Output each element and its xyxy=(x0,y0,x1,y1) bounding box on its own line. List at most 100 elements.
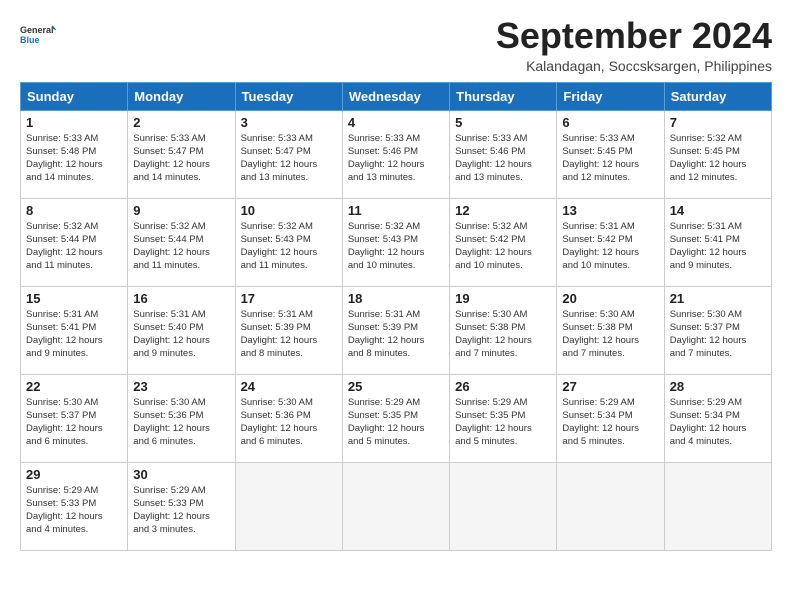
day-info: Sunrise: 5:33 AM Sunset: 5:47 PM Dayligh… xyxy=(133,132,229,185)
day-cell: 23 Sunrise: 5:30 AM Sunset: 5:36 PM Dayli… xyxy=(128,374,235,462)
day-cell: 24Sunrise: 5:30 AM Sunset: 5:36 PM Dayli… xyxy=(235,374,342,462)
day-info: Sunrise: 5:31 AM Sunset: 5:39 PM Dayligh… xyxy=(241,308,337,361)
day-number: 15 xyxy=(26,291,122,306)
day-number: 3 xyxy=(241,115,337,130)
day-cell: 15Sunrise: 5:31 AM Sunset: 5:41 PM Dayli… xyxy=(21,286,128,374)
day-cell: 10Sunrise: 5:32 AM Sunset: 5:43 PM Dayli… xyxy=(235,198,342,286)
day-info: Sunrise: 5:29 AM Sunset: 5:34 PM Dayligh… xyxy=(670,396,766,449)
day-cell: 5 Sunrise: 5:33 AM Sunset: 5:46 PM Daylig… xyxy=(450,110,557,198)
day-cell: 22 Sunrise: 5:30 AM Sunset: 5:37 PM Dayli… xyxy=(21,374,128,462)
day-number: 22 xyxy=(26,379,122,394)
day-number: 25 xyxy=(348,379,444,394)
svg-text:General: General xyxy=(20,25,54,35)
svg-text:Blue: Blue xyxy=(20,35,40,45)
day-number: 7 xyxy=(670,115,766,130)
day-info: Sunrise: 5:30 AM Sunset: 5:36 PM Dayligh… xyxy=(133,396,229,449)
day-cell: 21 Sunrise: 5:30 AM Sunset: 5:37 PM Dayli… xyxy=(664,286,771,374)
day-cell: 29 Sunrise: 5:29 AM Sunset: 5:33 PM Dayli… xyxy=(21,462,128,550)
day-cell: 4 Sunrise: 5:33 AM Sunset: 5:46 PM Daylig… xyxy=(342,110,449,198)
col-monday: Monday xyxy=(128,82,235,110)
day-info: Sunrise: 5:32 AM Sunset: 5:45 PM Dayligh… xyxy=(670,132,766,185)
day-number: 21 xyxy=(670,291,766,306)
day-number: 19 xyxy=(455,291,551,306)
day-cell: 6Sunrise: 5:33 AM Sunset: 5:45 PM Daylig… xyxy=(557,110,664,198)
week-row-2: 8Sunrise: 5:32 AM Sunset: 5:44 PM Daylig… xyxy=(21,198,772,286)
day-number: 6 xyxy=(562,115,658,130)
day-number: 13 xyxy=(562,203,658,218)
day-cell: 18 Sunrise: 5:31 AM Sunset: 5:39 PM Dayli… xyxy=(342,286,449,374)
day-cell: 16 Sunrise: 5:31 AM Sunset: 5:40 PM Dayli… xyxy=(128,286,235,374)
day-info: Sunrise: 5:33 AM Sunset: 5:46 PM Dayligh… xyxy=(455,132,551,185)
day-number: 14 xyxy=(670,203,766,218)
week-row-1: 1Sunrise: 5:33 AM Sunset: 5:48 PM Daylig… xyxy=(21,110,772,198)
day-number: 29 xyxy=(26,467,122,482)
day-cell: 8Sunrise: 5:32 AM Sunset: 5:44 PM Daylig… xyxy=(21,198,128,286)
col-friday: Friday xyxy=(557,82,664,110)
day-info: Sunrise: 5:33 AM Sunset: 5:46 PM Dayligh… xyxy=(348,132,444,185)
day-info: Sunrise: 5:30 AM Sunset: 5:37 PM Dayligh… xyxy=(26,396,122,449)
day-number: 26 xyxy=(455,379,551,394)
day-info: Sunrise: 5:29 AM Sunset: 5:35 PM Dayligh… xyxy=(455,396,551,449)
day-cell: 12 Sunrise: 5:32 AM Sunset: 5:42 PM Dayli… xyxy=(450,198,557,286)
day-cell xyxy=(450,462,557,550)
day-number: 27 xyxy=(562,379,658,394)
day-number: 2 xyxy=(133,115,229,130)
day-cell xyxy=(342,462,449,550)
col-tuesday: Tuesday xyxy=(235,82,342,110)
day-cell: 13 Sunrise: 5:31 AM Sunset: 5:42 PM Dayli… xyxy=(557,198,664,286)
col-sunday: Sunday xyxy=(21,82,128,110)
day-info: Sunrise: 5:31 AM Sunset: 5:41 PM Dayligh… xyxy=(670,220,766,273)
day-info: Sunrise: 5:29 AM Sunset: 5:33 PM Dayligh… xyxy=(133,484,229,537)
day-number: 11 xyxy=(348,203,444,218)
calendar: Sunday Monday Tuesday Wednesday Thursday… xyxy=(20,82,772,551)
month-title: September 2024 xyxy=(496,16,772,56)
day-number: 24 xyxy=(241,379,337,394)
day-info: Sunrise: 5:29 AM Sunset: 5:33 PM Dayligh… xyxy=(26,484,122,537)
day-cell: 28Sunrise: 5:29 AM Sunset: 5:34 PM Dayli… xyxy=(664,374,771,462)
day-cell: 11 Sunrise: 5:32 AM Sunset: 5:43 PM Dayli… xyxy=(342,198,449,286)
day-info: Sunrise: 5:32 AM Sunset: 5:42 PM Dayligh… xyxy=(455,220,551,273)
day-number: 4 xyxy=(348,115,444,130)
day-cell: 17 Sunrise: 5:31 AM Sunset: 5:39 PM Dayli… xyxy=(235,286,342,374)
day-info: Sunrise: 5:30 AM Sunset: 5:38 PM Dayligh… xyxy=(562,308,658,361)
day-number: 20 xyxy=(562,291,658,306)
day-cell: 7 Sunrise: 5:32 AM Sunset: 5:45 PM Daylig… xyxy=(664,110,771,198)
day-cell: 26 Sunrise: 5:29 AM Sunset: 5:35 PM Dayli… xyxy=(450,374,557,462)
day-info: Sunrise: 5:31 AM Sunset: 5:42 PM Dayligh… xyxy=(562,220,658,273)
day-number: 17 xyxy=(241,291,337,306)
week-row-4: 22 Sunrise: 5:30 AM Sunset: 5:37 PM Dayli… xyxy=(21,374,772,462)
day-number: 16 xyxy=(133,291,229,306)
day-info: Sunrise: 5:31 AM Sunset: 5:40 PM Dayligh… xyxy=(133,308,229,361)
col-saturday: Saturday xyxy=(664,82,771,110)
day-cell xyxy=(664,462,771,550)
day-info: Sunrise: 5:30 AM Sunset: 5:37 PM Dayligh… xyxy=(670,308,766,361)
day-number: 18 xyxy=(348,291,444,306)
day-number: 10 xyxy=(241,203,337,218)
day-info: Sunrise: 5:33 AM Sunset: 5:47 PM Dayligh… xyxy=(241,132,337,185)
day-number: 23 xyxy=(133,379,229,394)
day-cell: 2 Sunrise: 5:33 AM Sunset: 5:47 PM Daylig… xyxy=(128,110,235,198)
day-number: 9 xyxy=(133,203,229,218)
day-cell-1: 1Sunrise: 5:33 AM Sunset: 5:48 PM Daylig… xyxy=(21,110,128,198)
day-info: Sunrise: 5:30 AM Sunset: 5:38 PM Dayligh… xyxy=(455,308,551,361)
calendar-header-row: Sunday Monday Tuesday Wednesday Thursday… xyxy=(21,82,772,110)
day-number: 30 xyxy=(133,467,229,482)
header: General Blue September 2024 Kalandagan, … xyxy=(20,16,772,74)
day-info: Sunrise: 5:32 AM Sunset: 5:43 PM Dayligh… xyxy=(348,220,444,273)
week-row-5: 29 Sunrise: 5:29 AM Sunset: 5:33 PM Dayli… xyxy=(21,462,772,550)
day-cell: 3 Sunrise: 5:33 AM Sunset: 5:47 PM Daylig… xyxy=(235,110,342,198)
day-info: Sunrise: 5:31 AM Sunset: 5:39 PM Dayligh… xyxy=(348,308,444,361)
day-cell: 14 Sunrise: 5:31 AM Sunset: 5:41 PM Dayli… xyxy=(664,198,771,286)
day-info: Sunrise: 5:29 AM Sunset: 5:34 PM Dayligh… xyxy=(562,396,658,449)
day-info: Sunrise: 5:29 AM Sunset: 5:35 PM Dayligh… xyxy=(348,396,444,449)
day-number: 5 xyxy=(455,115,551,130)
week-row-3: 15Sunrise: 5:31 AM Sunset: 5:41 PM Dayli… xyxy=(21,286,772,374)
day-cell xyxy=(235,462,342,550)
day-number: 12 xyxy=(455,203,551,218)
day-cell: 25 Sunrise: 5:29 AM Sunset: 5:35 PM Dayli… xyxy=(342,374,449,462)
day-number: 8 xyxy=(26,203,122,218)
day-cell: 9Sunrise: 5:32 AM Sunset: 5:44 PM Daylig… xyxy=(128,198,235,286)
day-cell: 19 Sunrise: 5:30 AM Sunset: 5:38 PM Dayli… xyxy=(450,286,557,374)
day-cell: 27 Sunrise: 5:29 AM Sunset: 5:34 PM Dayli… xyxy=(557,374,664,462)
day-cell: 20 Sunrise: 5:30 AM Sunset: 5:38 PM Dayli… xyxy=(557,286,664,374)
